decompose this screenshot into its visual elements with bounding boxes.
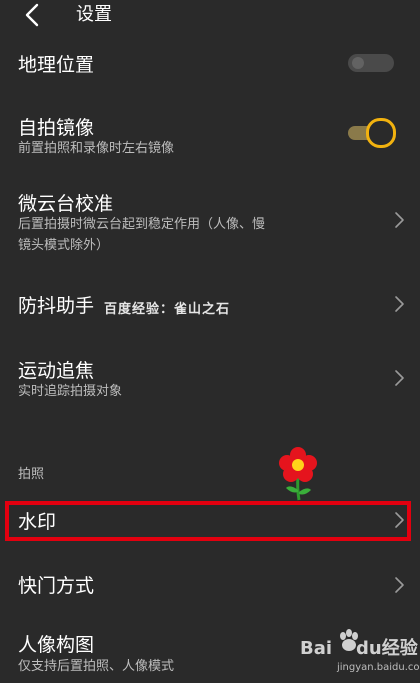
- chevron-right-icon: [392, 210, 406, 230]
- chevron-right-icon: [392, 294, 406, 314]
- setting-selfie-mirror-title: 自拍镜像: [18, 117, 95, 139]
- setting-stabilizer-title: 防抖助手: [18, 295, 95, 317]
- setting-gimbal-title: 微云台校准: [18, 193, 114, 215]
- toggle-knob: [352, 57, 364, 69]
- selfie-mirror-toggle[interactable]: [348, 118, 396, 148]
- toggle-knob: [366, 118, 396, 148]
- baidu-paw-icon: [335, 627, 363, 655]
- watermark-overlay-text: 百度经验：雀山之石: [104, 302, 231, 317]
- baidu-jingyan-text: 经验: [381, 638, 418, 659]
- page-title: 设置: [76, 4, 112, 25]
- setting-gimbal-subtitle: 后置拍摄时微云台起到稳定作用（人像、慢镜头模式除外）: [18, 217, 266, 253]
- highlight-box: [5, 501, 411, 541]
- top-bar: 设置: [0, 0, 420, 32]
- setting-portrait-subtitle: 仅支持后置拍照、人像模式: [18, 659, 175, 674]
- baidu-brand-text: Bai: [300, 638, 333, 659]
- setting-portrait-title: 人像构图: [18, 634, 95, 656]
- back-button[interactable]: [18, 2, 48, 28]
- location-toggle[interactable]: [348, 54, 394, 72]
- setting-shutter-title: 快门方式: [18, 575, 95, 597]
- setting-location-title: 地理位置: [18, 54, 95, 76]
- chevron-right-icon: [392, 368, 406, 388]
- baidu-url: jingyan.baidu.com: [337, 662, 420, 673]
- chevron-left-icon: [25, 3, 39, 27]
- section-label-photo: 拍照: [18, 467, 45, 482]
- chevron-right-icon: [392, 575, 406, 595]
- setting-tracking-title: 运动追焦: [18, 360, 95, 382]
- setting-tracking-subtitle: 实时追踪拍摄对象: [18, 384, 123, 399]
- setting-selfie-mirror-subtitle: 前置拍照和录像时左右镜像: [18, 141, 175, 156]
- flower-icon: [276, 446, 320, 502]
